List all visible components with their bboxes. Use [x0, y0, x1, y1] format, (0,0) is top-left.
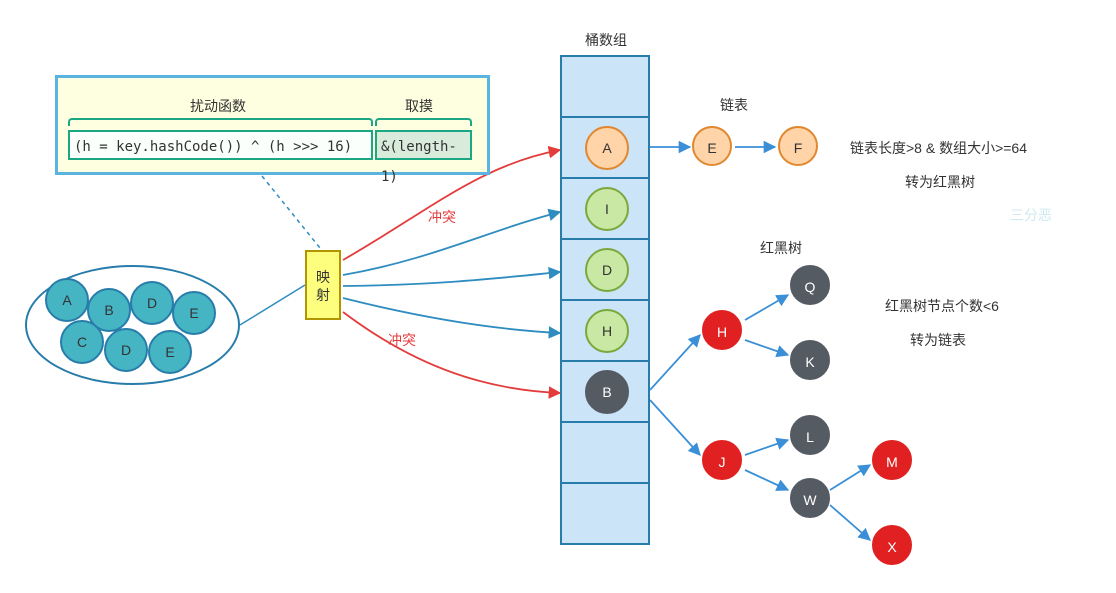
rb-node-J: J	[702, 440, 742, 480]
conflict-label-top: 冲突	[428, 207, 456, 227]
ll-node-E: E	[692, 126, 732, 166]
ll-rule-line2: 转为红黑树	[905, 172, 975, 192]
bucket-node-B: B	[585, 370, 629, 414]
hash-code-expr: (h = key.hashCode()) ^ (h >>> 16)	[68, 130, 373, 160]
rb-node-W: W	[790, 478, 830, 518]
bucket-node-I: I	[585, 187, 629, 231]
key-ball: D	[104, 328, 148, 372]
rb-node-K: K	[790, 340, 830, 380]
rb-node-X: X	[872, 525, 912, 565]
rb-node-L: L	[790, 415, 830, 455]
bucket-array-title: 桶数组	[585, 30, 627, 50]
perturb-fn-label: 扰动函数	[190, 96, 246, 116]
mapping-box: 映 射	[305, 250, 341, 320]
bucket-cell: A	[562, 118, 648, 179]
bracket-modulo	[375, 118, 472, 126]
bracket-perturb	[68, 118, 373, 126]
bucket-cell: D	[562, 240, 648, 301]
modulo-label: 取摸	[405, 96, 433, 116]
bucket-node-A: A	[585, 126, 629, 170]
key-ball: A	[45, 278, 89, 322]
bucket-node-H: H	[585, 309, 629, 353]
rb-node-Q: Q	[790, 265, 830, 305]
linked-list-title: 链表	[720, 95, 748, 115]
bucket-cell	[562, 484, 648, 543]
mapping-label: 映 射	[316, 269, 330, 303]
bucket-cell: I	[562, 179, 648, 240]
rb-tree-title: 红黑树	[760, 238, 802, 258]
rb-rule-line1: 红黑树节点个数<6	[885, 296, 999, 316]
key-ball: E	[148, 330, 192, 374]
bucket-node-D: D	[585, 248, 629, 292]
key-ball: E	[172, 291, 216, 335]
bucket-cell: H	[562, 301, 648, 362]
key-ball: C	[60, 320, 104, 364]
ll-node-F: F	[778, 126, 818, 166]
watermark: 三分恶	[1010, 205, 1052, 225]
rb-rule-line2: 转为链表	[910, 330, 966, 350]
ll-rule-line1: 链表长度>8 & 数组大小>=64	[850, 138, 1027, 158]
conflict-label-bottom: 冲突	[388, 330, 416, 350]
mask-expr: &(length-1)	[375, 130, 472, 160]
rb-node-H: H	[702, 310, 742, 350]
bucket-cell: B	[562, 362, 648, 423]
rb-node-M: M	[872, 440, 912, 480]
key-ball: D	[130, 281, 174, 325]
bucket-cell	[562, 423, 648, 484]
bucket-array: A I D H B	[560, 55, 650, 545]
bucket-cell	[562, 57, 648, 118]
